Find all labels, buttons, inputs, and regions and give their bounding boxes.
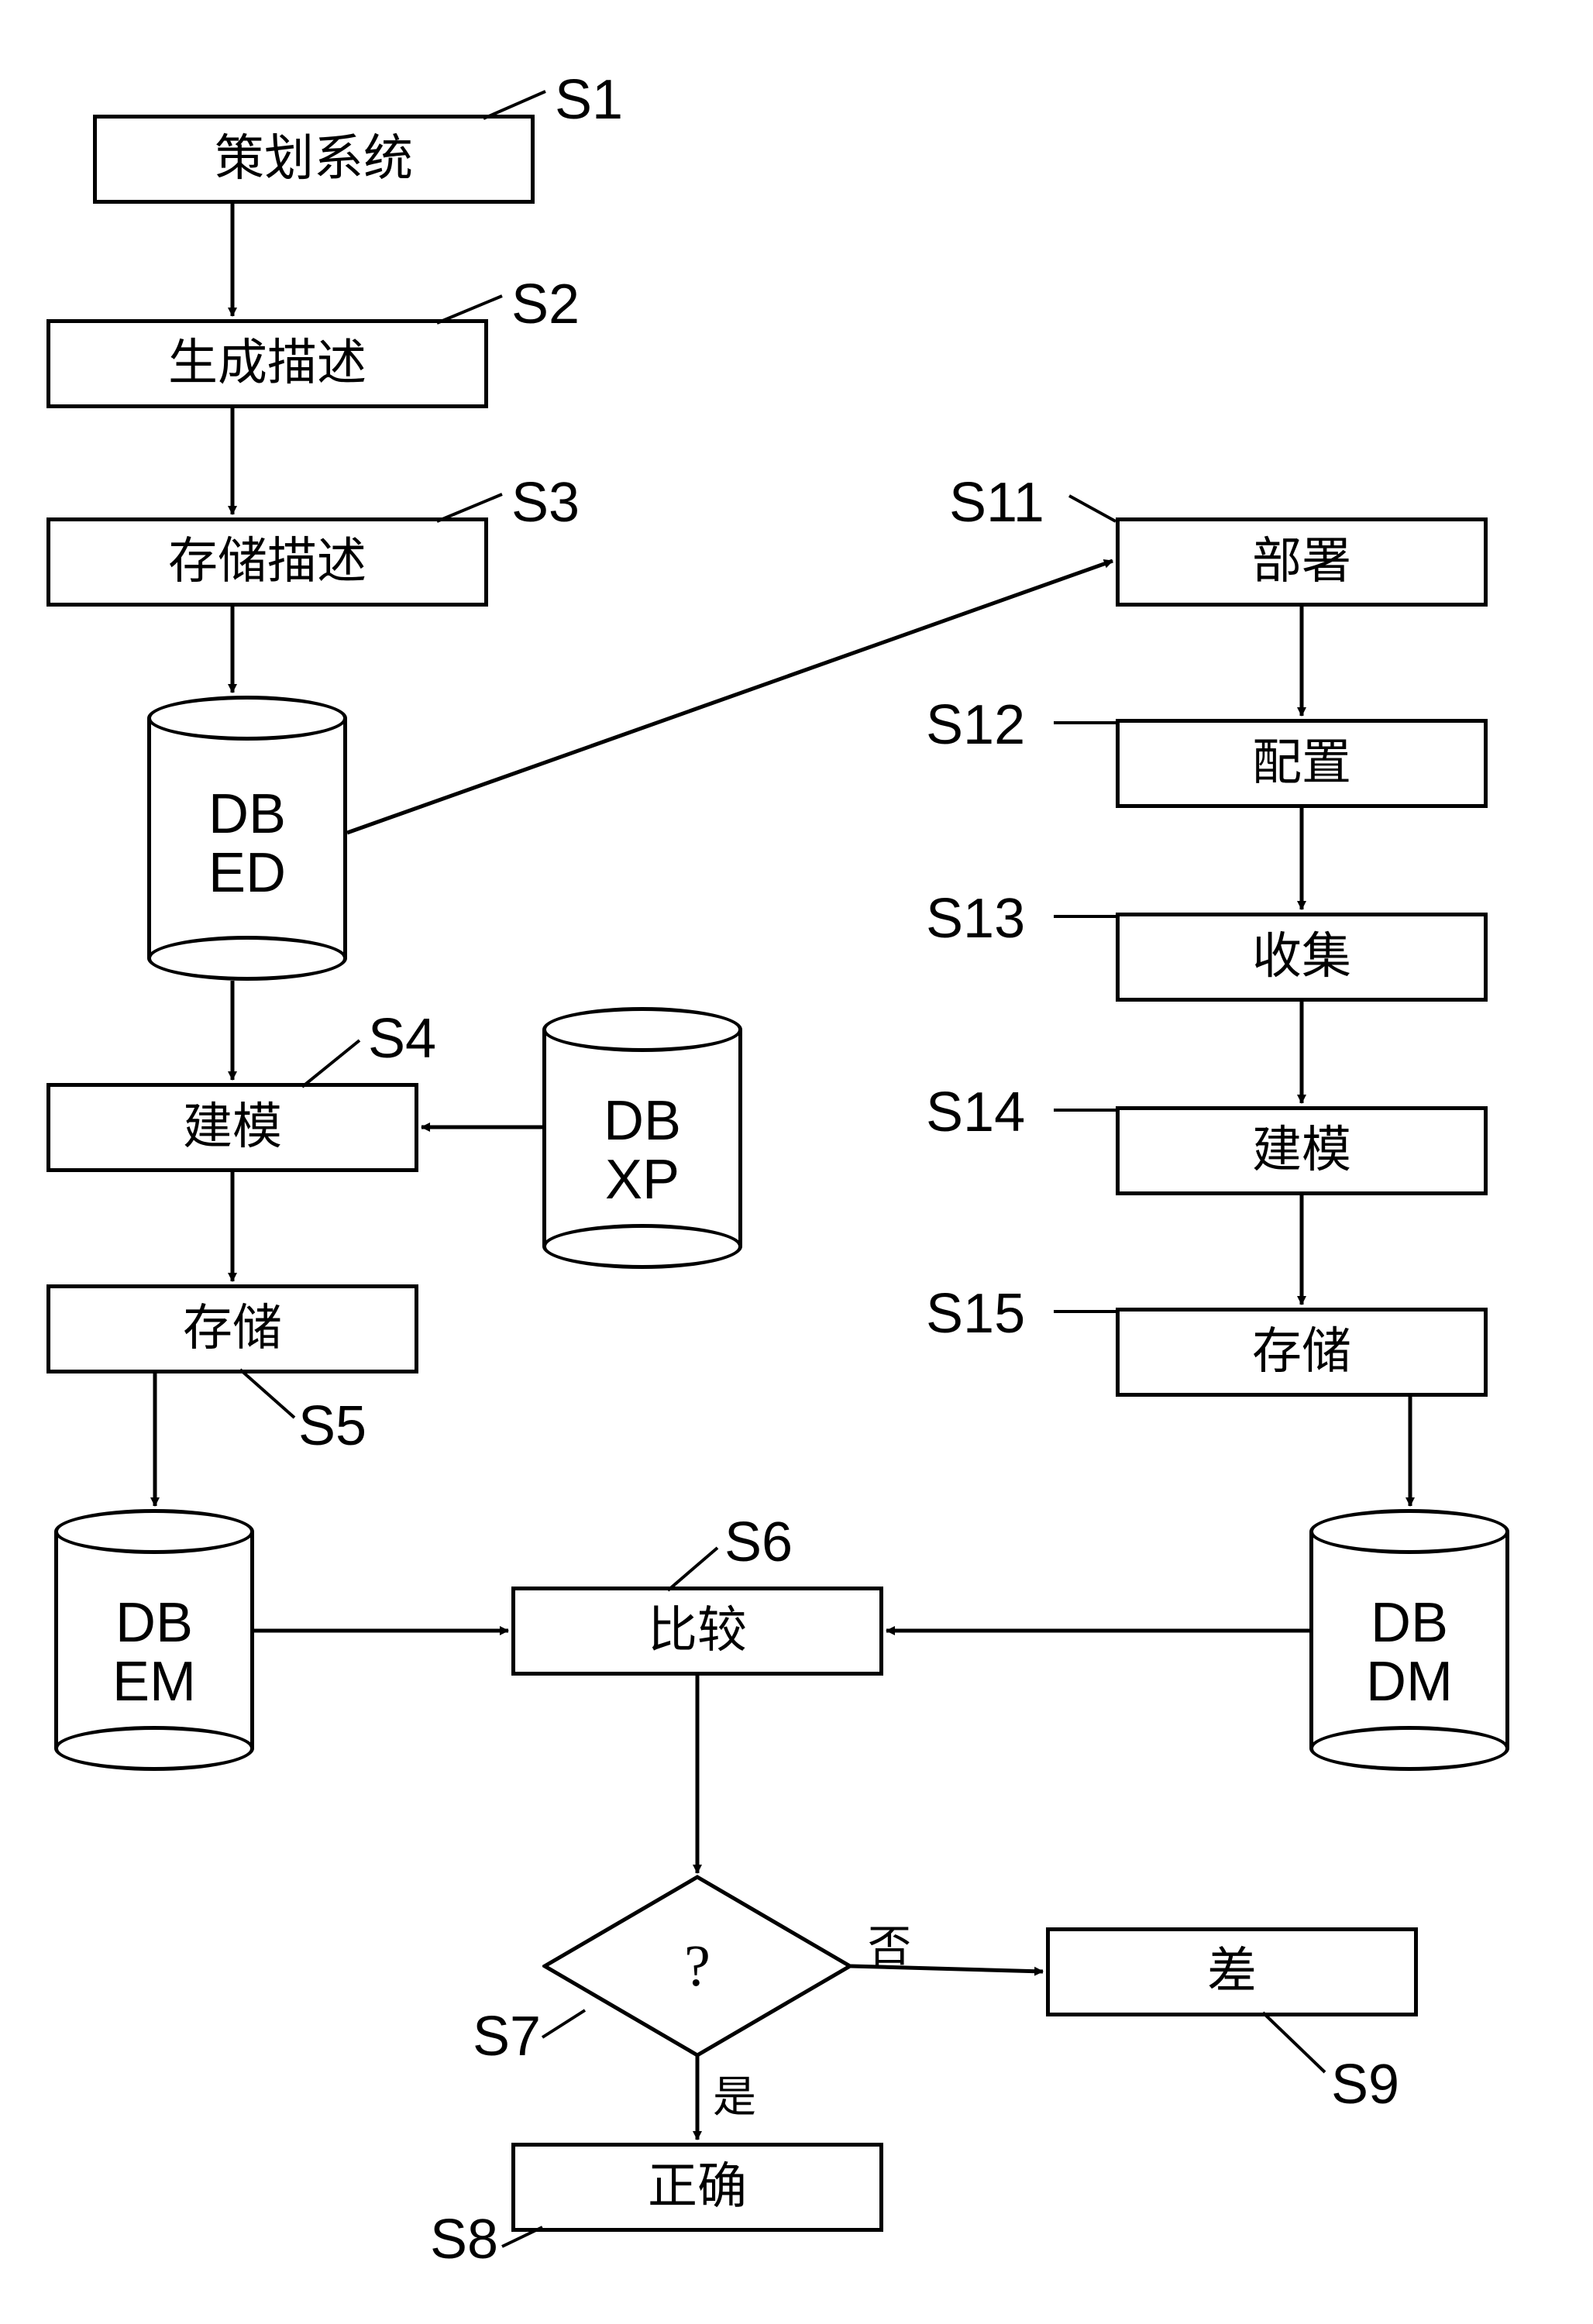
step-s14-box: 建模 [1116,1106,1488,1195]
step-s13-tag: S13 [926,887,1025,951]
step-s8-tag: S8 [430,2208,498,2271]
step-s7-diamond: ? [542,1875,852,2058]
step-s3-tag: S3 [511,471,580,535]
db-dm-line2: DM [1366,1651,1453,1713]
step-s2-tag: S2 [511,273,580,336]
db-ed: DB ED [147,696,347,981]
db-em: DB EM [54,1509,254,1771]
step-s3-label: 存储描述 [168,535,366,589]
step-s7-label: ? [684,1933,710,2000]
branch-no: 否 [868,1912,911,1975]
step-s7-tag: S7 [473,2005,541,2068]
step-s11-tag: S11 [949,471,1044,535]
step-s1-box: 策划系统 [93,115,535,204]
flowchart-canvas: 策划系统 S1 生成描述 S2 存储描述 S3 DB ED 建模 S4 DB X… [0,0,1593,2324]
step-s1-tag: S1 [555,68,623,132]
db-em-line2: EM [112,1651,196,1713]
step-s15-tag: S15 [926,1282,1025,1346]
db-dm: DB DM [1309,1509,1509,1771]
step-s11-label: 部署 [1252,535,1351,589]
step-s12-box: 配置 [1116,719,1488,808]
step-s4-label: 建模 [183,1100,282,1154]
step-s9-box: 差 [1046,1927,1418,2016]
step-s9-tag: S9 [1331,2053,1399,2116]
step-s5-label: 存储 [183,1301,282,1356]
db-xp: DB XP [542,1007,742,1269]
db-em-line1: DB [115,1592,193,1654]
step-s9-label: 差 [1207,1944,1257,1999]
step-s15-label: 存储 [1252,1325,1351,1379]
db-xp-line1: DB [604,1090,681,1152]
step-s14-tag: S14 [926,1081,1025,1144]
step-s3-box: 存储描述 [46,517,488,607]
step-s12-label: 配置 [1252,736,1351,790]
step-s15-box: 存储 [1116,1308,1488,1397]
step-s13-box: 收集 [1116,913,1488,1002]
db-dm-line1: DB [1371,1592,1448,1654]
step-s2-label: 生成描述 [168,336,366,390]
step-s5-tag: S5 [298,1394,366,1458]
step-s4-tag: S4 [368,1007,436,1071]
step-s14-label: 建模 [1252,1123,1351,1177]
step-s4-box: 建模 [46,1083,418,1172]
step-s5-box: 存储 [46,1284,418,1373]
step-s6-box: 比较 [511,1587,883,1676]
db-xp-line2: XP [605,1149,680,1211]
step-s6-label: 比较 [648,1604,747,1658]
step-s13-label: 收集 [1252,930,1351,984]
step-s8-label: 正确 [648,2160,747,2214]
branch-yes: 是 [713,2062,756,2125]
step-s6-tag: S6 [724,1511,793,1574]
step-s1-label: 策划系统 [215,132,413,186]
db-ed-line2: ED [208,842,286,904]
step-s12-tag: S12 [926,693,1025,757]
step-s2-box: 生成描述 [46,319,488,408]
step-s8-box: 正确 [511,2143,883,2232]
step-s11-box: 部署 [1116,517,1488,607]
db-ed-line1: DB [208,783,286,845]
